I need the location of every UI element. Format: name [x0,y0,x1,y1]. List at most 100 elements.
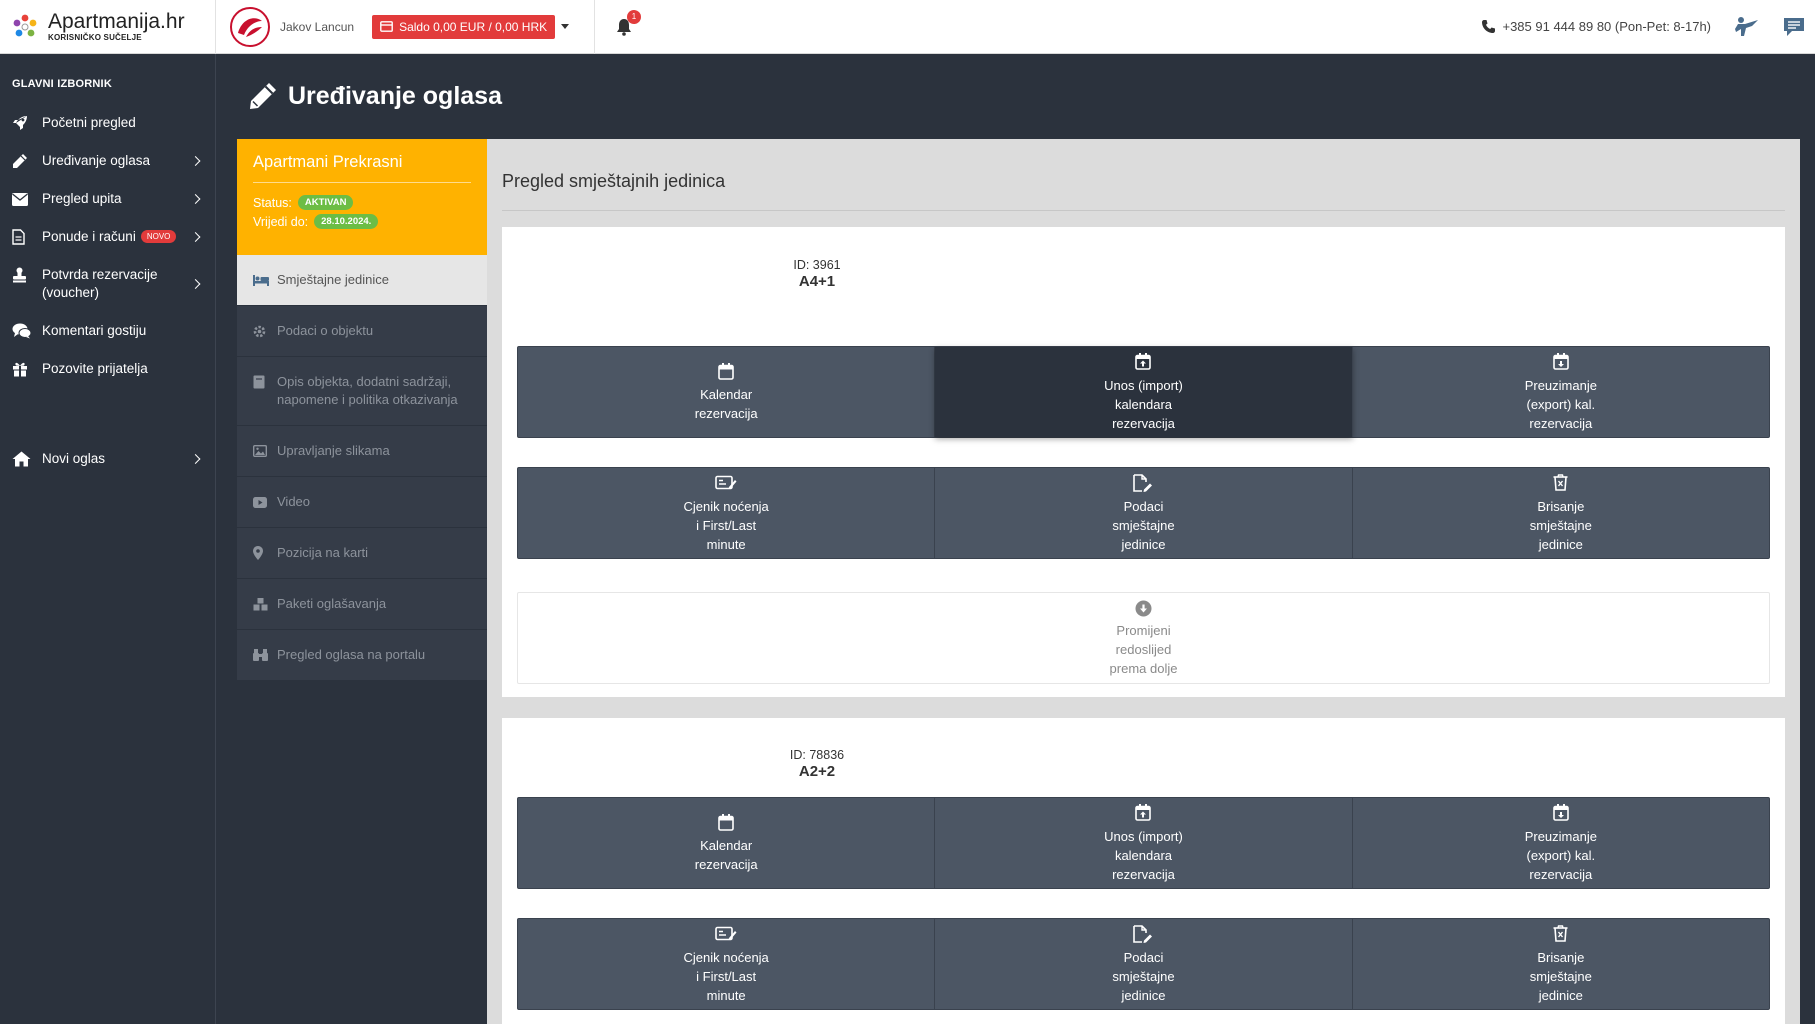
import-calendar-button[interactable]: Unos (import) kalendara rezervacija [935,347,1353,437]
user-area: Jakov Lancun Saldo 0,00 EUR / 0,00 HRK [216,0,595,54]
button-line: Cjenik noćenja [683,498,769,514]
button-line: Preuzimanje [1524,377,1597,393]
button-line: Podaci [1123,949,1164,965]
button-line: minute [706,987,746,1003]
chevron-right-icon [190,156,201,166]
calendar-button[interactable]: Kalendar rezervacija [518,798,936,888]
new-badge: NOVO [140,230,177,244]
button-line: redoslijed [1115,642,1172,657]
superhero-icon[interactable] [1731,14,1761,40]
button-line: rezervacija [1529,415,1593,431]
sidebar-item-pregled-upita[interactable]: Pregled upita [0,180,215,218]
calendar-button[interactable]: Kalendar rezervacija [518,347,936,437]
unit-id-label: ID: 78836 [789,748,845,762]
export-calendar-button[interactable]: Preuzimanje (export) kal. rezervacija [1353,347,1769,437]
calendar-icon [718,361,734,381]
valid-until-label: Vrijedi do: [253,214,309,229]
sidebar-item-komentari-gostiju[interactable]: Komentari gostiju [0,312,215,350]
brand-subtitle: KORISNIČKO SUČELJE [48,33,142,42]
unit-actions-row: Kalendar rezervacija Unos (import) kalen… [517,346,1770,438]
unit-actions-row: Cjenik noćenja i First/Last minute Podac… [517,918,1770,1010]
tab-pozicija-na-karti[interactable]: Pozicija na karti [237,528,487,579]
button-line: Podaci [1123,498,1164,514]
unit-card: ID: 78836 A2+2 Kalendar rezervacija Unos… [502,718,1785,1024]
unit-data-button[interactable]: Podaci smještajne jedinice [935,468,1353,558]
unit-name: A2+2 [798,763,836,780]
tab-smjestajne-jedinice[interactable]: Smještajne jedinice [237,255,487,306]
chat-icon[interactable] [1781,14,1807,40]
tab-opis-objekta[interactable]: Opis objekta, dodatni sadržaji, napomene… [237,357,487,426]
listing-nav-label: Upravljanje slikama [277,443,390,458]
calendar-download-icon [1553,352,1569,372]
unit-actions-row: Kalendar rezervacija Unos (import) kalen… [517,797,1770,889]
button-line: smještajne [1112,517,1175,533]
brand-logo[interactable]: Apartmanija.hr KORISNIČKO SUČELJE [0,0,216,54]
delete-unit-button[interactable]: Brisanje smještajne jedinice [1353,919,1769,1009]
pricing-button[interactable]: Cjenik noćenja i First/Last minute [518,468,936,558]
cubes-icon [253,595,271,613]
button-line: kalendara [1114,847,1173,863]
sidebar-item-uredivanje-oglasa[interactable]: Uređivanje oglasa [0,142,215,180]
section-title: Pregled smještajnih jedinica [502,171,726,191]
unit-data-button[interactable]: Podaci smještajne jedinice [935,919,1353,1009]
tab-podaci-o-objektu[interactable]: Podaci o objektu [237,306,487,357]
chevron-down-icon[interactable] [561,24,570,29]
button-line: rezervacija [1529,866,1593,882]
unit-name: A4+1 [798,273,836,290]
edit-document-icon [1133,924,1153,944]
pencil-icon [250,83,276,109]
button-line: rezervacija [694,857,758,872]
reorder-down-button[interactable]: Promijeni redoslijed prema dolje [517,592,1770,684]
sidebar-item-label: Potvrda rezervacije (voucher) [42,267,158,301]
calendar-upload-icon [1135,803,1152,823]
button-line: prema dolje [1109,661,1178,676]
sidebar-item-potvrda-rezervacije[interactable]: Potvrda rezervacije (voucher) [0,256,215,312]
chevron-right-icon [190,194,201,204]
tab-upravljanje-slikama[interactable]: Upravljanje slikama [237,426,487,477]
tab-paketi-oglasavanja[interactable]: Paketi oglašavanja [237,579,487,630]
price-tag-icon [715,924,737,944]
avatar[interactable] [230,6,270,47]
page-title: Uređivanje oglasa [288,81,502,110]
chevron-right-icon [190,279,201,290]
pricing-button[interactable]: Cjenik noćenja i First/Last minute [518,919,936,1009]
notifications-button[interactable]: 1 [609,9,641,42]
map-pin-icon [253,544,271,562]
button-line: Brisanje [1537,498,1585,514]
sidebar-item-pozovite-prijatelja[interactable]: Pozovite prijatelja [0,350,215,388]
sidebar-item-label: Uređivanje oglasa [42,153,151,168]
import-calendar-button[interactable]: Unos (import) kalendara rezervacija [935,798,1353,888]
pencil-icon [12,152,34,170]
button-line: rezervacija [694,406,758,421]
divider [502,210,1785,211]
unit-id: ID: 78836 A2+2 [747,748,887,780]
unit-actions-row: Cjenik noćenja i First/Last minute Podac… [517,467,1770,559]
phone-contact[interactable]: +385 91 444 89 80 (Pon-Pet: 8-17h) [1481,19,1711,34]
envelope-icon [12,190,34,208]
calendar-download-icon [1553,803,1569,823]
button-line: Kalendar [700,838,753,853]
sidebar-item-label: Ponude i računi [42,229,136,244]
calendar-icon [718,812,734,832]
stamp-icon [12,266,34,284]
sidebar-item-pocetni-pregled[interactable]: Početni pregled [0,104,215,142]
button-line: jedinice [1121,536,1166,552]
button-line: Kalendar [700,387,753,402]
phone-icon [1482,20,1496,33]
tab-pregled-oglasa-na-portalu[interactable]: Pregled oglasa na portalu [237,630,487,681]
saldo-button[interactable]: Saldo 0,00 EUR / 0,00 HRK [372,14,556,39]
main-sidebar: GLAVNI IZBORNIK Početni pregled Uređivan… [0,54,216,1024]
export-calendar-button[interactable]: Preuzimanje (export) kal. rezervacija [1353,798,1769,888]
delete-unit-button[interactable]: Brisanje smještajne jedinice [1353,468,1769,558]
gift-icon [12,360,34,378]
tab-video[interactable]: Video [237,477,487,528]
sidebar-item-ponude-i-racuni[interactable]: Ponude i računi NOVO [0,218,215,256]
user-name[interactable]: Jakov Lancun [280,20,354,34]
sidebar-item-novi-oglas[interactable]: Novi oglas [0,440,215,478]
button-line: jedinice [1538,536,1583,552]
book-icon [253,373,271,391]
listing-header: Apartmani Prekrasni Status: AKTIVAN Vrij… [237,139,487,255]
button-line: i First/Last [696,517,757,533]
listing-nav-label: Video [277,494,311,509]
notification-count-badge: 1 [627,9,641,24]
